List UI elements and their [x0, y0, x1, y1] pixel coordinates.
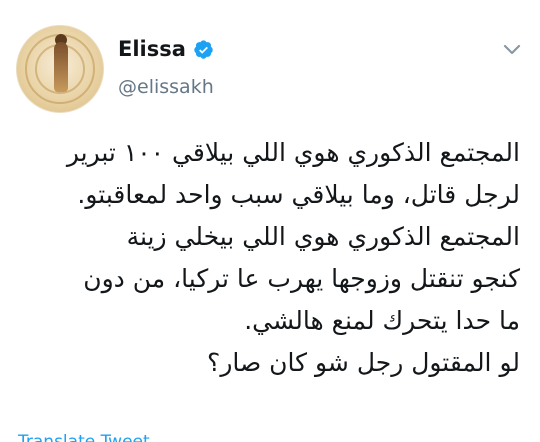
verified-badge-icon: [194, 39, 213, 59]
tweet-text: المجتمع الذكوري هوي اللي بيلاقي ١٠٠ تبري…: [66, 138, 520, 377]
translate-tweet-link[interactable]: Translate Tweet: [18, 431, 150, 442]
display-name[interactable]: Elissa: [118, 36, 186, 62]
chevron-down-icon[interactable]: [503, 44, 521, 56]
author-handle[interactable]: @elissakh: [118, 75, 214, 99]
avatar[interactable]: [16, 25, 104, 113]
author-name[interactable]: Elissa: [118, 36, 214, 62]
tweet-card: Elissa @elissakh المجتمع الذكوري هوي الل…: [0, 0, 540, 442]
